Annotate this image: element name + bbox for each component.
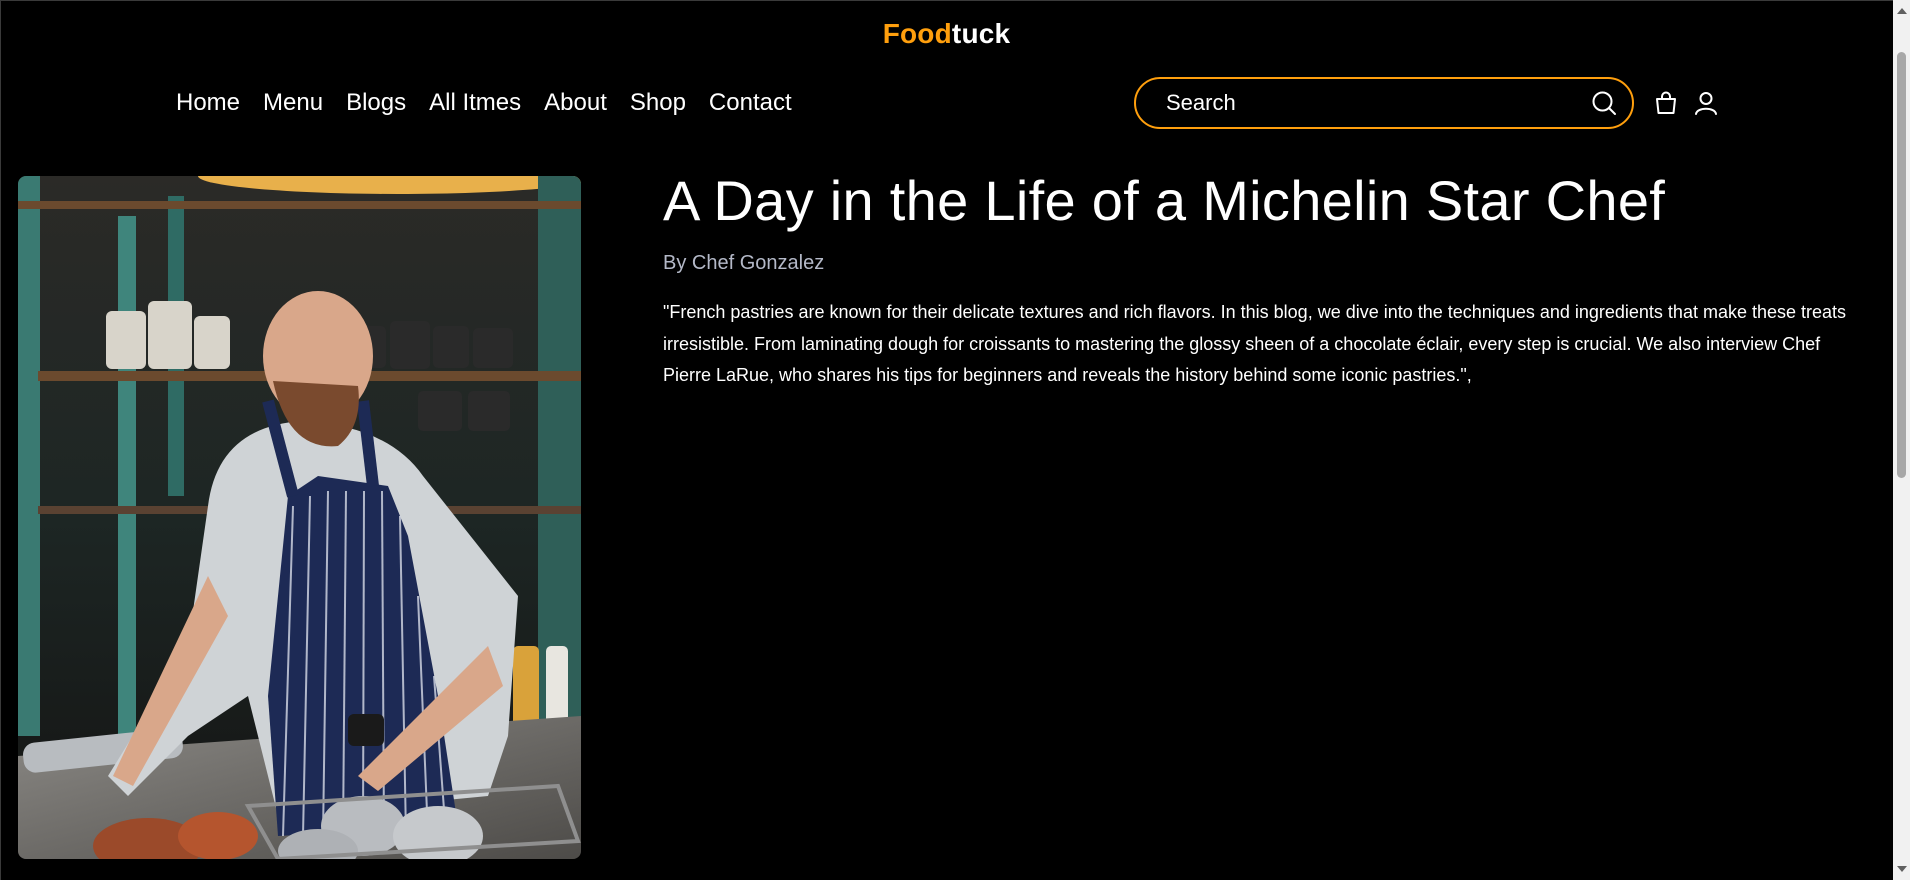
search-icon[interactable] xyxy=(1590,89,1618,117)
chef-illustration xyxy=(18,176,581,859)
nav-item-home[interactable]: Home xyxy=(176,89,240,117)
logo[interactable]: Foodtuck xyxy=(0,18,1893,50)
nav-item-all-items[interactable]: All Itmes xyxy=(429,89,521,117)
nav-item-contact[interactable]: Contact xyxy=(709,89,792,117)
vertical-scrollbar[interactable] xyxy=(1893,0,1910,880)
user-icon[interactable] xyxy=(1692,89,1720,117)
nav-item-shop[interactable]: Shop xyxy=(630,89,686,117)
search-box xyxy=(1134,77,1634,129)
scrollbar-thumb[interactable] xyxy=(1897,52,1906,478)
search-input[interactable] xyxy=(1164,89,1588,117)
frame-border-top xyxy=(0,0,1893,1)
nav-item-menu[interactable]: Menu xyxy=(263,89,323,117)
frame-border-left xyxy=(0,0,1,880)
page: Foodtuck Home Menu Blogs All Itmes About… xyxy=(0,0,1910,880)
shopping-bag-icon[interactable] xyxy=(1652,89,1680,117)
scroll-up-icon[interactable] xyxy=(1897,8,1907,14)
main-nav: Home Menu Blogs All Itmes About Shop Con… xyxy=(176,89,792,117)
post-body: "French pastries are known for their del… xyxy=(663,302,1847,385)
post-title: A Day in the Life of a Michelin Star Che… xyxy=(663,169,1666,232)
nav-item-blogs[interactable]: Blogs xyxy=(346,89,406,117)
nav-item-about[interactable]: About xyxy=(544,89,607,117)
post-author: By Chef Gonzalez xyxy=(663,252,825,274)
logo-accent: Food xyxy=(882,18,952,49)
logo-rest: tuck xyxy=(951,18,1011,49)
post-image xyxy=(18,176,581,859)
scroll-down-icon[interactable] xyxy=(1897,866,1907,872)
